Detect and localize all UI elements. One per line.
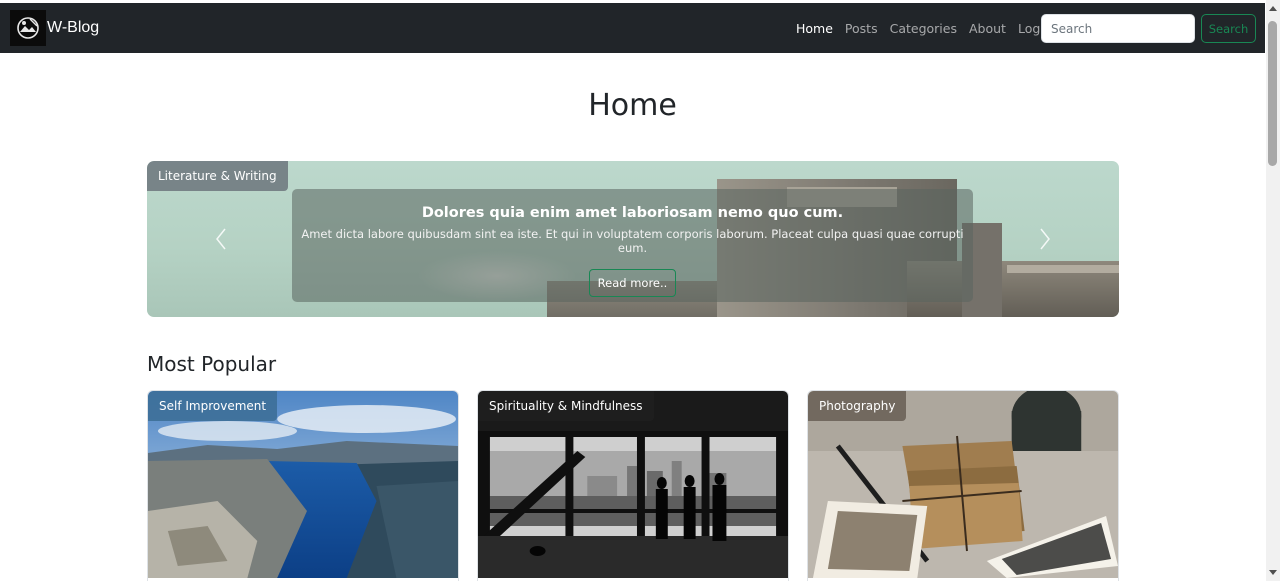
nav-link-about[interactable]: About xyxy=(969,21,1006,36)
post-card[interactable]: Self Improvement xyxy=(147,390,459,581)
featured-carousel: Literature & Writing Dolores quia enim a… xyxy=(147,161,1119,317)
chevron-left-icon[interactable] xyxy=(211,225,231,253)
page: W-Blog Home Posts Categories About Login… xyxy=(0,0,1280,581)
chevron-right-icon[interactable] xyxy=(1035,225,1055,253)
scroll-thumb[interactable] xyxy=(1268,21,1277,166)
brand-name: W-Blog xyxy=(47,19,100,36)
search-input[interactable] xyxy=(1041,14,1195,43)
section-title: Most Popular xyxy=(147,352,277,376)
carousel-category-badge[interactable]: Literature & Writing xyxy=(147,161,288,191)
scroll-down-icon[interactable] xyxy=(1269,570,1277,575)
post-card[interactable]: Photography xyxy=(807,390,1119,581)
card-category-badge[interactable]: Self Improvement xyxy=(148,391,278,421)
nav-link-posts[interactable]: Posts xyxy=(845,21,878,36)
read-more-button[interactable]: Read more.. xyxy=(588,269,677,297)
scroll-up-icon[interactable] xyxy=(1269,6,1277,11)
page-title: Home xyxy=(588,88,677,123)
scrollbar[interactable] xyxy=(1266,0,1280,581)
card-category-badge[interactable]: Photography xyxy=(808,391,907,421)
post-card[interactable]: Spirituality & Mindfulness xyxy=(477,390,789,581)
logo-icon xyxy=(10,10,46,46)
carousel-caption: Dolores quia enim amet laboriosam nemo q… xyxy=(292,189,973,302)
carousel-text: Amet dicta labore quibusdam sint ea iste… xyxy=(301,227,964,255)
nav-link-home[interactable]: Home xyxy=(796,21,833,36)
nav-links: Home Posts Categories About Login xyxy=(796,3,1064,53)
navbar: W-Blog Home Posts Categories About Login… xyxy=(0,3,1265,53)
carousel-image-building xyxy=(1007,265,1119,273)
nav-link-categories[interactable]: Categories xyxy=(890,21,957,36)
brand[interactable]: W-Blog xyxy=(10,10,99,46)
search-button[interactable]: Search xyxy=(1201,14,1256,43)
carousel-title: Dolores quia enim amet laboriosam nemo q… xyxy=(421,205,844,221)
card-category-badge[interactable]: Spirituality & Mindfulness xyxy=(478,391,654,421)
